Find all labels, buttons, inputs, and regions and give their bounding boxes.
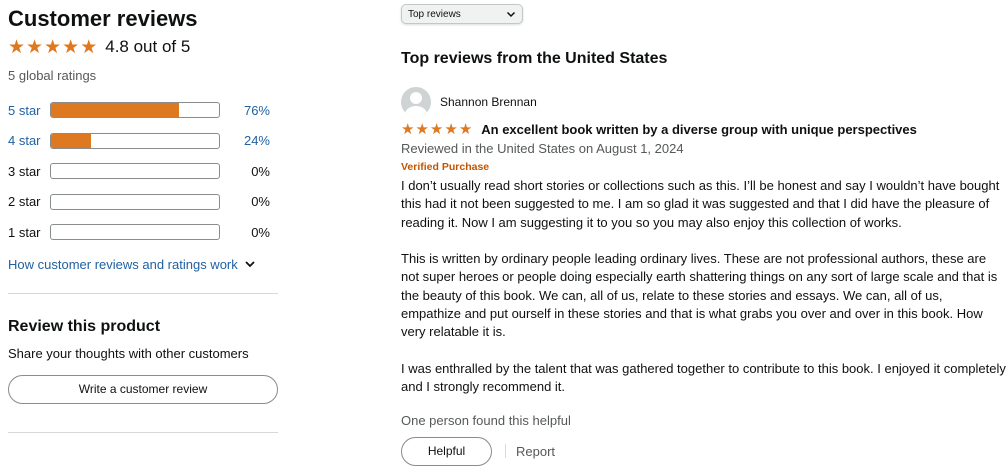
review-product-heading: Review this product	[8, 317, 161, 335]
review-paragraph: I don’t usually read short stories or co…	[401, 178, 1000, 230]
review-card: Shannon Brennan ★ ★ ★ ★ ★ An excellent b…	[401, 87, 1006, 466]
histogram-bar-fill	[51, 133, 92, 148]
star-icon: ★	[415, 121, 429, 138]
histogram-label: 2 star	[8, 194, 41, 210]
histogram-label[interactable]: 4 star	[8, 133, 50, 148]
review-paragraph: I was enthralled by the talent that was …	[401, 360, 1006, 395]
rating-histogram: 5 star 76% 4 star 24% 3 star 0% 2 star 0…	[8, 95, 280, 248]
avatar-head	[410, 92, 422, 104]
average-rating-text: 4.8 out of 5	[105, 37, 191, 56]
helpful-count: One person found this helpful	[401, 412, 571, 428]
histogram-row-5-star[interactable]: 5 star 76%	[8, 95, 280, 126]
histogram-row-2-star: 2 star 0%	[8, 187, 280, 218]
histogram-bar	[50, 193, 220, 210]
histogram-bar	[50, 163, 220, 180]
divider	[505, 444, 506, 459]
star-icon: ★	[80, 36, 98, 58]
chevron-down-icon[interactable]	[244, 258, 256, 270]
histogram-percent[interactable]: 24%	[230, 133, 270, 148]
histogram-row-3-star: 3 star 0%	[8, 156, 280, 187]
histogram-row-1-star: 1 star 0%	[8, 217, 280, 248]
star-icon: ★	[62, 36, 80, 58]
divider	[8, 431, 278, 433]
review-body: I don’t usually read short stories or co…	[401, 177, 1006, 397]
reviewer-name[interactable]: Shannon Brennan	[440, 95, 537, 109]
sort-selected-value[interactable]: Top reviews	[408, 9, 461, 20]
verified-purchase-badge: Verified Purchase	[401, 161, 490, 173]
star-icon: ★	[44, 36, 62, 58]
star-icon: ★	[444, 121, 458, 138]
histogram-label: 3 star	[8, 163, 41, 179]
histogram-bar-fill	[51, 103, 179, 118]
histogram-percent: 0%	[251, 194, 270, 210]
top-reviews-heading: Top reviews from the United States	[401, 50, 668, 67]
average-rating-row: ★ ★ ★ ★ ★ 4.8 out of 5	[8, 36, 280, 58]
report-link[interactable]: Report	[516, 444, 555, 459]
star-icon: ★	[26, 36, 44, 58]
histogram-row-4-star[interactable]: 4 star 24%	[8, 126, 280, 157]
star-icon: ★	[458, 121, 473, 138]
helpful-button[interactable]: Helpful	[401, 436, 492, 466]
avatar[interactable]	[401, 87, 431, 117]
review-stars[interactable]: ★ ★ ★ ★ ★	[401, 122, 472, 137]
histogram-percent: 0%	[251, 163, 270, 179]
avatar-body	[405, 106, 427, 117]
share-thoughts-text: Share your thoughts with other customers	[8, 345, 249, 361]
average-rating-stars: ★ ★ ★ ★ ★	[8, 38, 97, 57]
write-review-button[interactable]: Write a customer review	[8, 374, 278, 404]
divider	[8, 292, 278, 294]
histogram-label: 1 star	[8, 224, 41, 240]
star-icon: ★	[401, 121, 415, 138]
review-headline[interactable]: An excellent book written by a diverse g…	[481, 122, 917, 137]
histogram-percent: 0%	[251, 224, 270, 240]
review-headline-row: ★ ★ ★ ★ ★ An excellent book written by a…	[401, 122, 1006, 137]
histogram-bar[interactable]	[50, 132, 220, 149]
how-ratings-work-link[interactable]: How customer reviews and ratings work	[8, 257, 280, 272]
ratings-summary-panel: Customer reviews ★ ★ ★ ★ ★ 4.8 out of 5 …	[8, 0, 280, 433]
histogram-bar[interactable]	[50, 102, 220, 119]
review-actions: Helpful Report	[401, 436, 1006, 466]
review-date: Reviewed in the United States on August …	[401, 141, 684, 156]
reviews-panel: Top reviews Top reviews from the United …	[401, 0, 1006, 466]
histogram-bar	[50, 224, 220, 241]
reviewer-profile[interactable]: Shannon Brennan	[401, 87, 1006, 117]
review-paragraph: This is written by ordinary people leadi…	[401, 251, 998, 340]
customer-reviews-heading: Customer reviews	[8, 6, 198, 31]
histogram-label[interactable]: 5 star	[8, 103, 50, 118]
chevron-down-icon[interactable]	[506, 9, 516, 19]
star-icon: ★	[8, 36, 26, 58]
sort-dropdown[interactable]: Top reviews	[401, 4, 523, 24]
star-icon: ★	[429, 121, 444, 138]
how-ratings-work-label[interactable]: How customer reviews and ratings work	[8, 257, 238, 272]
histogram-percent[interactable]: 76%	[230, 103, 270, 118]
global-ratings-count: 5 global ratings	[8, 68, 97, 83]
